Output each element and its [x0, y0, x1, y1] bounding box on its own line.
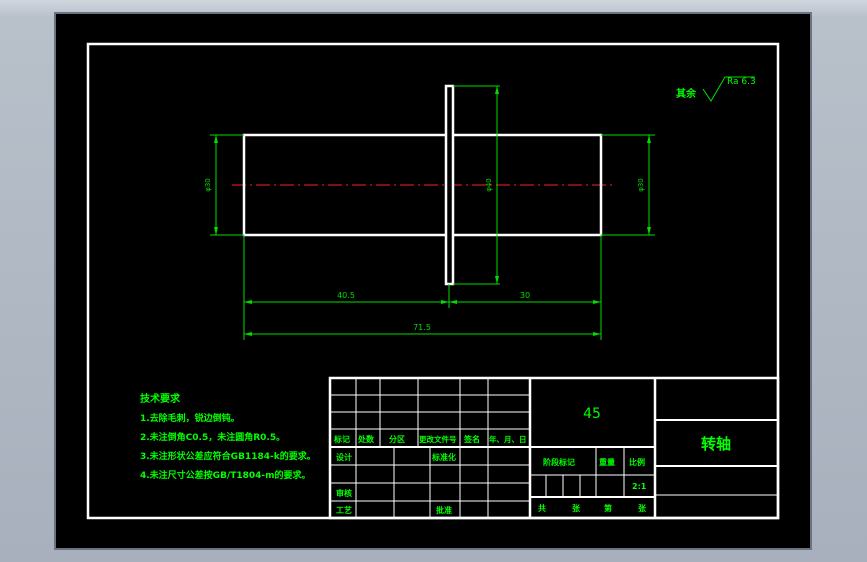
dim-length-total: 71.5: [413, 323, 431, 332]
tb-check: 审核: [336, 488, 352, 498]
tb-scale-label: 比例: [629, 457, 645, 467]
shaft-flange: [444, 84, 455, 286]
tb-header-doc: 更改文件号: [419, 434, 457, 444]
tb-scale-value: 2:1: [632, 482, 647, 491]
drawing-canvas: [54, 12, 812, 550]
tb-material: 45: [583, 406, 601, 422]
surface-finish-prefix: 其余: [676, 87, 697, 100]
tb-total: 共: [538, 503, 546, 513]
tb-process: 工艺: [336, 505, 352, 515]
surface-finish-value: Ra 6.3: [727, 77, 756, 87]
tb-header-zone: 分区: [389, 434, 405, 444]
tb-part-name: 转轴: [701, 435, 731, 453]
tb-sheets: 张: [572, 504, 581, 513]
tech-req-item: 3.未注形状公差应符合GB1184-k的要求。: [140, 450, 316, 462]
tb-approve: 批准: [436, 505, 452, 515]
tb-header-sign: 签名: [463, 434, 480, 444]
dim-flange-diameter: φ40: [485, 178, 493, 192]
cad-drawing: φ30 φ30 φ40 40.5 30 71.5 其余 Ra 6.3 技术要求 …: [54, 12, 812, 550]
tb-sheet-no: 第: [604, 503, 612, 513]
tb-stage-label: 阶段标记: [543, 457, 575, 467]
tech-req-item: 4.未注尺寸公差按GB/T1804-m的要求。: [140, 469, 311, 481]
tb-header-count: 处数: [357, 434, 375, 444]
tb-weight-label: 重量: [599, 457, 615, 467]
tech-req-item: 1.去除毛刺，锐边倒钝。: [140, 412, 240, 424]
dim-left-diameter: φ30: [204, 178, 212, 192]
tb-header-mark: 标记: [333, 434, 350, 444]
tech-req-title: 技术要求: [140, 392, 181, 405]
tb-sheet: 张: [638, 504, 647, 513]
dim-right-diameter: φ30: [637, 178, 645, 192]
dim-length-right: 30: [520, 291, 530, 300]
tb-standardize: 标准化: [431, 452, 456, 462]
tb-design: 设计: [336, 452, 352, 462]
dim-length-left: 40.5: [337, 291, 355, 300]
tech-req-item: 2.未注倒角C0.5，未注圆角R0.5。: [140, 431, 285, 443]
tb-header-date: 年、月、日: [489, 434, 527, 444]
